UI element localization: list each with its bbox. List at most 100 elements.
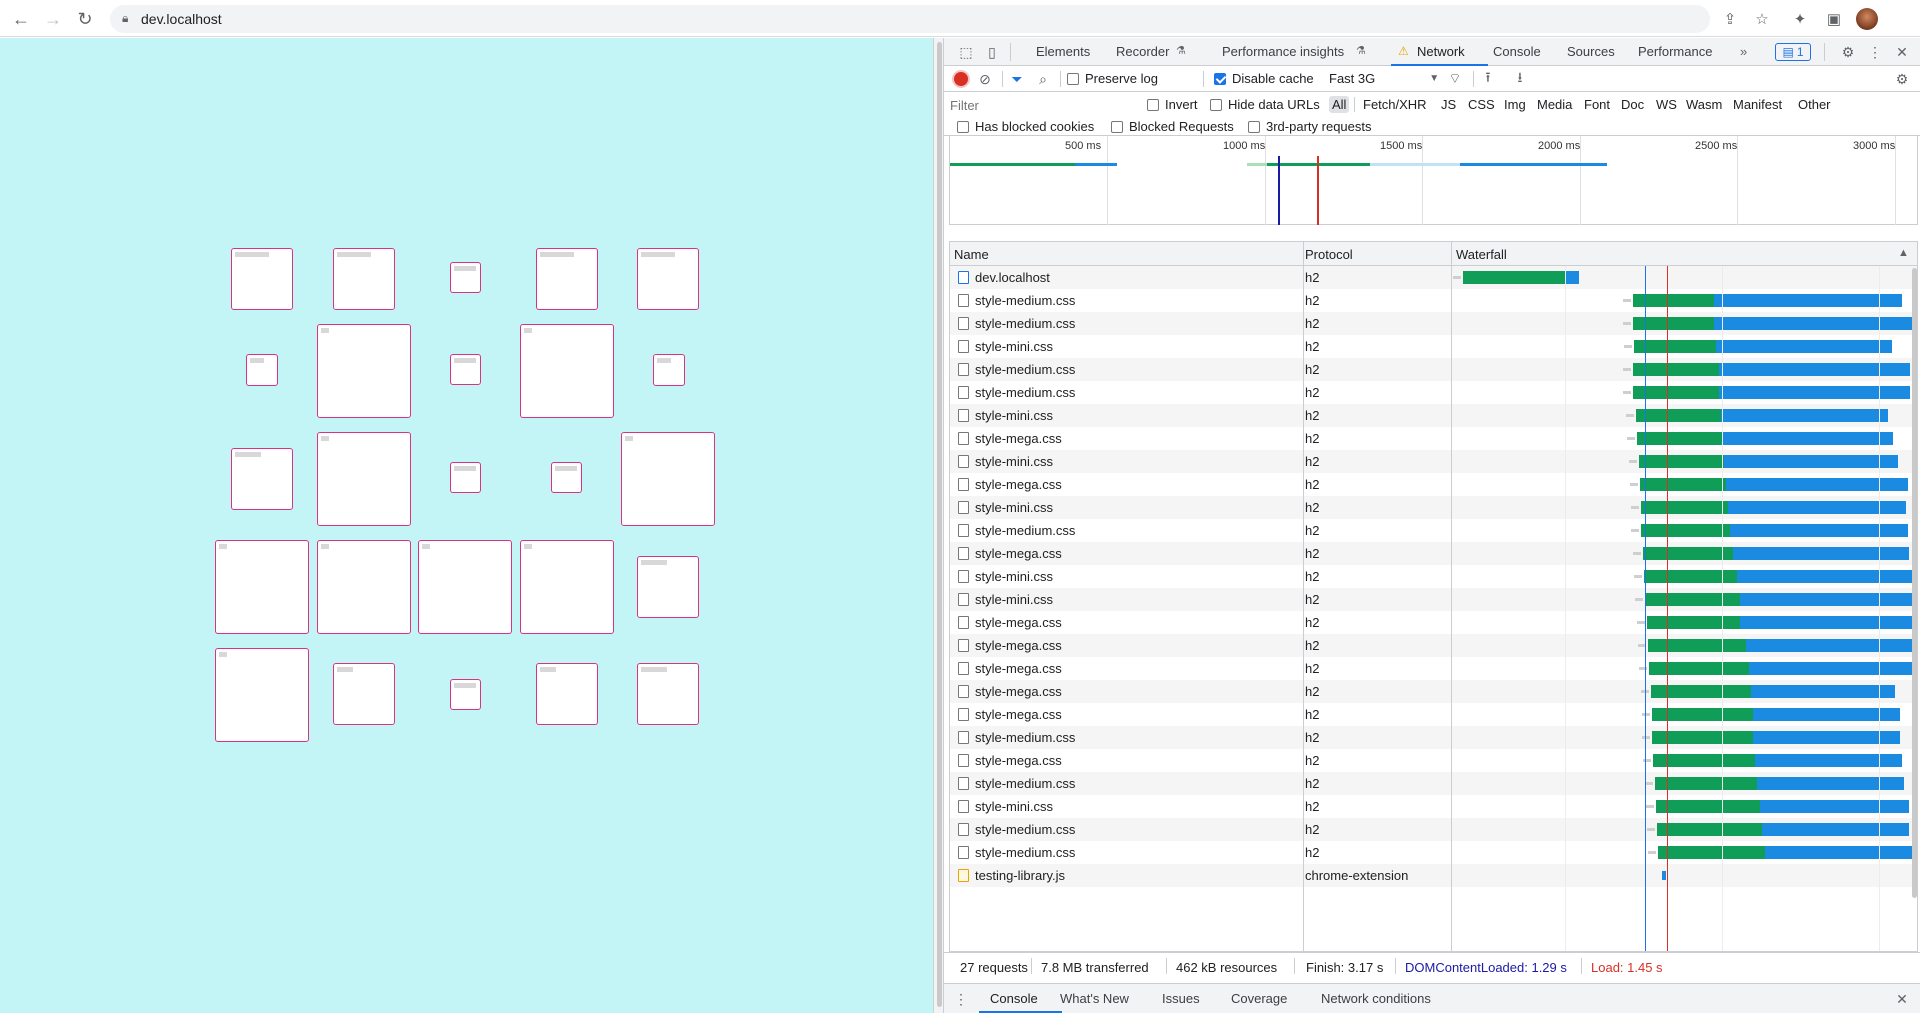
- close-icon[interactable]: ✕: [1893, 43, 1911, 61]
- reload-icon[interactable]: ↻: [73, 7, 97, 31]
- record-icon[interactable]: [954, 72, 968, 86]
- filter-type-css[interactable]: CSS: [1465, 96, 1498, 113]
- checkbox[interactable]: [1210, 98, 1222, 111]
- drawer-menu-icon[interactable]: ⋮: [952, 990, 970, 1008]
- filter-type-media[interactable]: Media: [1534, 96, 1575, 113]
- device-toolbar-icon[interactable]: ▯: [983, 43, 1001, 61]
- table-row[interactable]: style-mega.css h2: [950, 473, 1917, 496]
- messages-badge[interactable]: ▤ 1: [1775, 43, 1811, 61]
- filter-type-doc[interactable]: Doc: [1618, 96, 1647, 113]
- table-row[interactable]: style-mega.css h2: [950, 427, 1917, 450]
- table-row[interactable]: style-mega.css h2: [950, 703, 1917, 726]
- table-row[interactable]: style-medium.css h2: [950, 726, 1917, 749]
- drawer-tab-network-conditions[interactable]: Network conditions: [1321, 991, 1431, 1006]
- table-row[interactable]: style-medium.css h2: [950, 772, 1917, 795]
- table-row[interactable]: style-mega.css h2: [950, 657, 1917, 680]
- checkbox[interactable]: [1214, 72, 1226, 85]
- checkbox[interactable]: [1147, 98, 1159, 111]
- tab-recorder[interactable]: Recorder: [1116, 44, 1169, 59]
- forward-arrow-icon[interactable]: →: [41, 7, 65, 31]
- hide-data-urls-checkbox[interactable]: Hide data URLs: [1210, 97, 1320, 112]
- filter-type-manifest[interactable]: Manifest: [1730, 96, 1785, 113]
- tab-performance-insights[interactable]: Performance insights: [1222, 44, 1344, 59]
- clear-icon[interactable]: ⊘: [976, 70, 994, 88]
- column-divider[interactable]: [1303, 242, 1304, 951]
- extensions-icon[interactable]: ✦: [1790, 9, 1810, 29]
- filter-type-js[interactable]: JS: [1438, 96, 1459, 113]
- table-row[interactable]: style-medium.css h2: [950, 381, 1917, 404]
- table-row[interactable]: style-mega.css h2: [950, 611, 1917, 634]
- address-bar[interactable]: 🔒︎ dev.localhost: [110, 5, 1710, 33]
- checkbox[interactable]: [1111, 120, 1123, 133]
- table-scrollbar[interactable]: [1912, 268, 1917, 898]
- column-protocol[interactable]: Protocol: [1305, 247, 1353, 262]
- filter-type-img[interactable]: Img: [1501, 96, 1529, 113]
- table-row[interactable]: style-medium.css h2: [950, 312, 1917, 335]
- sort-ascending-icon[interactable]: ▲: [1898, 247, 1909, 259]
- table-row[interactable]: style-medium.css h2: [950, 841, 1917, 864]
- filter-type-font[interactable]: Font: [1581, 96, 1613, 113]
- avatar[interactable]: [1856, 8, 1878, 30]
- table-row[interactable]: style-medium.css h2: [950, 358, 1917, 381]
- export-har-icon[interactable]: ⭳: [1511, 69, 1529, 88]
- back-arrow-icon[interactable]: ←: [9, 7, 33, 31]
- table-row[interactable]: style-mini.css h2: [950, 335, 1917, 358]
- checkbox[interactable]: [1067, 72, 1079, 85]
- table-row[interactable]: style-mini.css h2: [950, 404, 1917, 427]
- column-waterfall[interactable]: Waterfall: [1456, 247, 1507, 262]
- table-row[interactable]: style-mini.css h2: [950, 565, 1917, 588]
- table-row[interactable]: style-mega.css h2: [950, 749, 1917, 772]
- table-row[interactable]: style-mini.css h2: [950, 496, 1917, 519]
- tab-performance[interactable]: Performance: [1638, 44, 1712, 59]
- table-row[interactable]: style-medium.css h2: [950, 289, 1917, 312]
- column-divider[interactable]: [1451, 242, 1452, 951]
- tab-network[interactable]: Network: [1417, 44, 1465, 59]
- table-row[interactable]: style-medium.css h2: [950, 519, 1917, 542]
- inspect-element-icon[interactable]: ⬚: [957, 43, 975, 61]
- checkbox[interactable]: [957, 120, 969, 133]
- drawer-close-icon[interactable]: ✕: [1893, 990, 1911, 1008]
- drawer-tab-issues[interactable]: Issues: [1162, 991, 1200, 1006]
- filter-type-other[interactable]: Other: [1795, 96, 1834, 113]
- filter-input[interactable]: [948, 96, 1126, 114]
- checkbox[interactable]: [1248, 120, 1260, 133]
- tab-elements[interactable]: Elements: [1036, 44, 1090, 59]
- devtools-resize-handle[interactable]: [933, 38, 943, 1013]
- search-icon[interactable]: ⌕: [1034, 70, 1052, 88]
- table-row[interactable]: style-mega.css h2: [950, 680, 1917, 703]
- network-conditions-icon[interactable]: ⌔: [1446, 70, 1464, 88]
- table-row[interactable]: style-mini.css h2: [950, 795, 1917, 818]
- network-settings-gear-icon[interactable]: ⚙: [1893, 70, 1911, 88]
- table-row[interactable]: style-medium.css h2: [950, 818, 1917, 841]
- import-har-icon[interactable]: ⭱: [1479, 69, 1497, 88]
- tab-sources[interactable]: Sources: [1567, 44, 1615, 59]
- table-row[interactable]: style-mini.css h2: [950, 450, 1917, 473]
- invert-checkbox[interactable]: Invert: [1147, 97, 1198, 112]
- table-row[interactable]: testing-library.js chrome-extension: [950, 864, 1917, 887]
- filter-type-wasm[interactable]: Wasm: [1683, 96, 1725, 113]
- filter-type-fetch-xhr[interactable]: Fetch/XHR: [1360, 96, 1430, 113]
- throttling-select[interactable]: Fast 3G ▼: [1329, 71, 1439, 86]
- side-panel-icon[interactable]: ▣: [1824, 9, 1844, 29]
- drawer-tab-console[interactable]: Console: [990, 991, 1038, 1006]
- column-name[interactable]: Name: [954, 247, 989, 262]
- tab-console[interactable]: Console: [1493, 44, 1541, 59]
- table-row[interactable]: style-mini.css h2: [950, 588, 1917, 611]
- network-overview[interactable]: 500 ms 1000 ms 1500 ms 2000 ms 2500 ms 3000 m…: [949, 136, 1918, 225]
- table-row[interactable]: style-mega.css h2: [950, 634, 1917, 657]
- preserve-log-checkbox[interactable]: Preserve log: [1067, 71, 1158, 86]
- gear-icon[interactable]: ⚙: [1839, 43, 1857, 61]
- share-icon[interactable]: ⇪: [1720, 9, 1740, 29]
- has-blocked-cookies-checkbox[interactable]: Has blocked cookies: [957, 119, 1094, 134]
- disable-cache-checkbox[interactable]: Disable cache: [1214, 71, 1314, 86]
- filter-icon[interactable]: ⏷: [1008, 70, 1026, 88]
- table-row[interactable]: style-mega.css h2: [950, 542, 1917, 565]
- more-tabs-icon[interactable]: »: [1740, 44, 1747, 59]
- star-icon[interactable]: ☆: [1752, 9, 1772, 29]
- kebab-menu-icon[interactable]: ⋮: [1866, 43, 1884, 61]
- blocked-requests-checkbox[interactable]: Blocked Requests: [1111, 119, 1234, 134]
- drawer-tab-coverage[interactable]: Coverage: [1231, 991, 1287, 1006]
- drawer-tab-whats-new[interactable]: What's New: [1060, 991, 1129, 1006]
- third-party-requests-checkbox[interactable]: 3rd-party requests: [1248, 119, 1372, 134]
- filter-type-ws[interactable]: WS: [1653, 96, 1680, 113]
